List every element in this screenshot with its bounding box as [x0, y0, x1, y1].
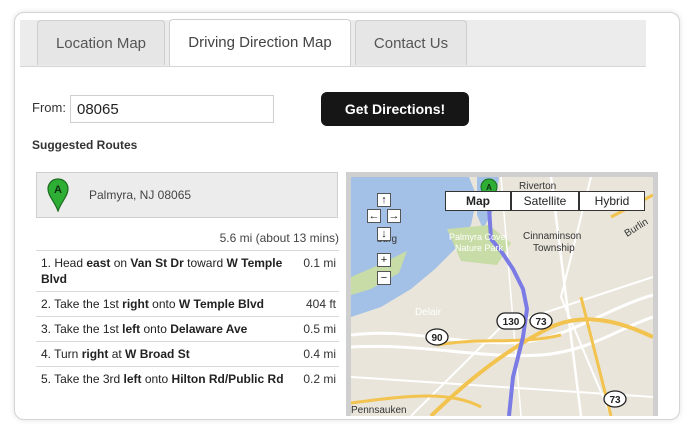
from-label: From:: [32, 100, 66, 115]
tab-driving-direction-map[interactable]: Driving Direction Map: [169, 19, 351, 66]
map-view[interactable]: Riverton burg Palmyra Cove Nature Park C…: [346, 172, 658, 416]
direction-step: 4. Turn right at W Broad St 0.4 mi: [36, 341, 339, 366]
pan-down-icon[interactable]: ↓: [377, 227, 391, 241]
map-type-satellite-button[interactable]: Satellite: [511, 191, 579, 211]
map-type-hybrid-button[interactable]: Hybrid: [579, 191, 645, 211]
highway-shield-73: 73: [529, 312, 553, 330]
from-input[interactable]: [70, 95, 274, 123]
tab-location-map[interactable]: Location Map: [37, 20, 165, 65]
map-label-cinnaminson: Cinnaminson: [523, 231, 581, 242]
svg-text:90: 90: [431, 333, 443, 344]
direction-steps: 1. Head east on Van St Dr toward W Templ…: [36, 250, 339, 391]
svg-text:73: 73: [609, 395, 621, 406]
svg-text:130: 130: [503, 317, 520, 328]
highway-shield-73-south: 73: [603, 390, 627, 408]
direction-step: 5. Take the 3rd left onto Hilton Rd/Publ…: [36, 366, 339, 391]
pan-right-icon[interactable]: →: [387, 209, 401, 223]
direction-step: 3. Take the 1st left onto Delaware Ave 0.…: [36, 316, 339, 341]
location-marker-icon: A: [47, 178, 69, 212]
map-label-pennsauken: Pennsauken: [351, 405, 407, 416]
svg-text:73: 73: [535, 317, 547, 328]
pan-up-icon[interactable]: ↑: [377, 193, 391, 207]
highway-shield-130: 130: [496, 312, 526, 330]
map-label-nature-park: Nature Park: [455, 243, 504, 253]
highway-shield-90: 90: [425, 328, 449, 346]
destination-address: Palmyra, NJ 08065: [89, 188, 192, 202]
zoom-out-icon[interactable]: −: [377, 271, 391, 285]
pan-left-icon[interactable]: ←: [367, 209, 381, 223]
destination-box: A Palmyra, NJ 08065: [36, 172, 338, 218]
map-label-delair: Delair: [415, 307, 442, 318]
get-directions-button[interactable]: Get Directions!: [321, 92, 469, 126]
map-type-map-button[interactable]: Map: [445, 191, 511, 211]
suggested-routes-heading: Suggested Routes: [32, 138, 138, 152]
route-summary: 5.6 mi (about 13 mins): [219, 231, 339, 245]
marker-letter: A: [54, 184, 62, 196]
map-label-township: Township: [533, 243, 575, 254]
direction-step: 1. Head east on Van St Dr toward W Templ…: [36, 250, 339, 291]
tab-contact-us[interactable]: Contact Us: [355, 20, 467, 65]
map-label-palmyra-cove: Palmyra Cove: [449, 232, 506, 242]
direction-step: 2. Take the 1st right onto W Temple Blvd…: [36, 291, 339, 316]
zoom-in-icon[interactable]: +: [377, 253, 391, 267]
